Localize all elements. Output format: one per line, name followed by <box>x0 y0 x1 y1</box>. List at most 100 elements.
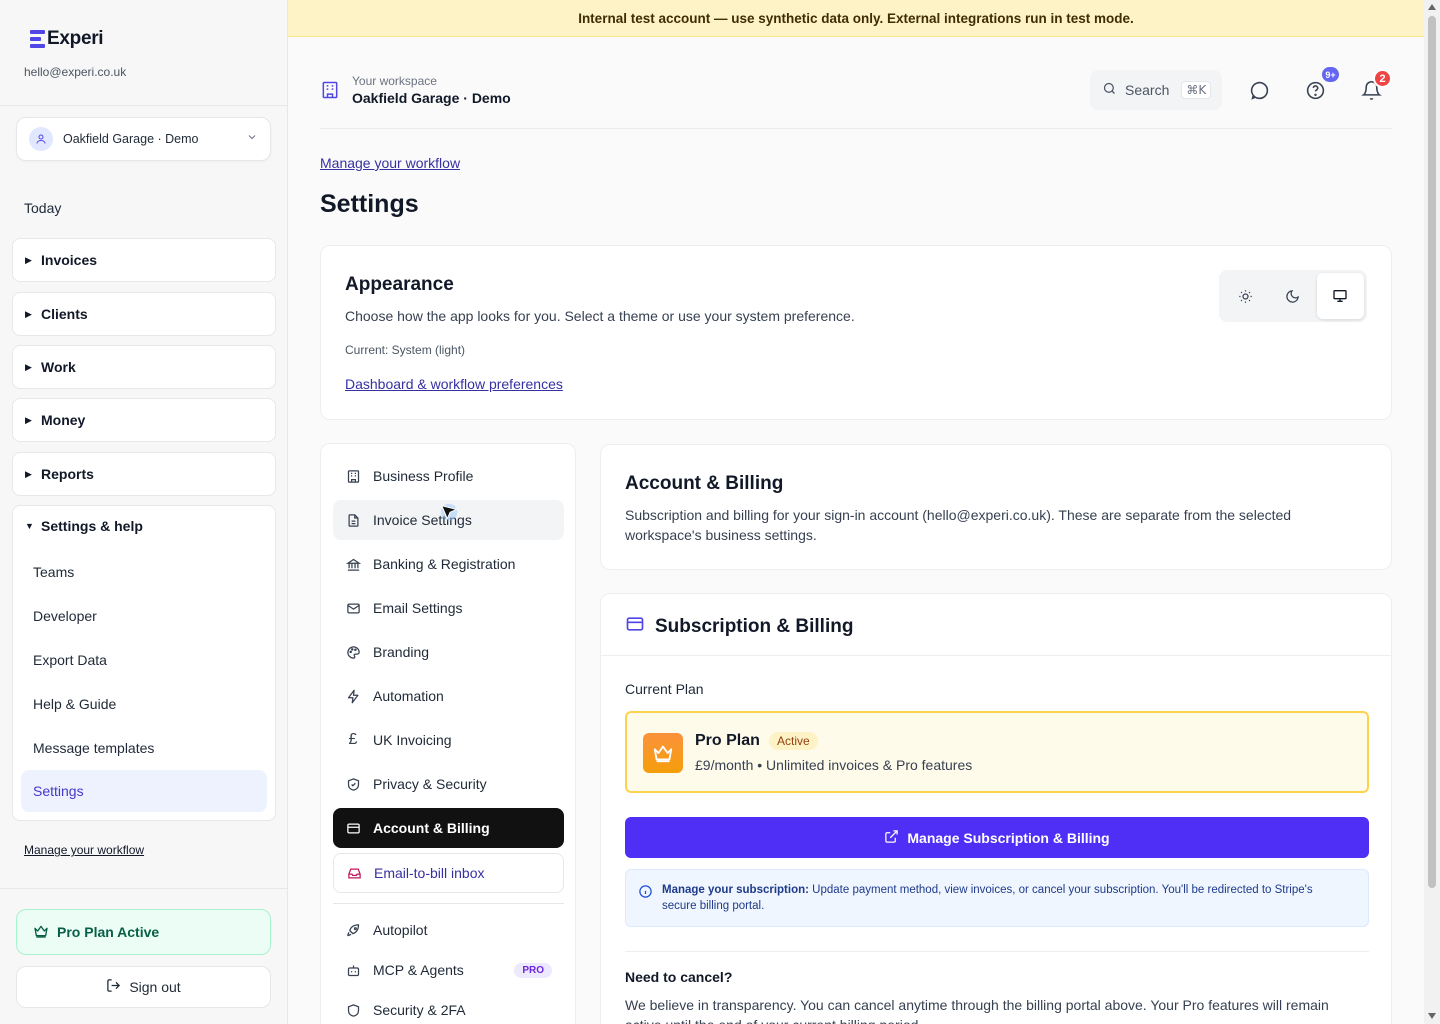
settings-nav-branding[interactable]: Branding <box>333 632 564 672</box>
pro-plan-status[interactable]: Pro Plan Active <box>16 909 271 955</box>
bolt-icon <box>345 688 361 704</box>
nav-group-settings-help: ▼ Settings & help Teams Developer Export… <box>12 505 276 821</box>
caret-right-icon: ▶ <box>25 254 32 265</box>
caret-right-icon: ▶ <box>25 414 32 425</box>
appearance-description: Choose how the app looks for you. Select… <box>345 308 855 324</box>
chevron-down-icon <box>246 130 258 148</box>
sidebar-item-export-data[interactable]: Export Data <box>33 652 107 668</box>
billing-info-note: Manage your subscription: Update payment… <box>625 869 1369 927</box>
subscription-card: Subscription & Billing Current Plan Pro … <box>600 593 1392 1024</box>
moon-icon <box>1286 289 1300 303</box>
mouse-cursor-icon <box>440 503 462 530</box>
help-button[interactable] <box>1304 79 1326 101</box>
settings-nav-email-to-bill-inbox[interactable]: Email-to-bill inbox <box>333 853 564 893</box>
search-icon <box>1102 81 1117 99</box>
theme-dark-button[interactable] <box>1269 273 1316 319</box>
divider <box>333 903 564 904</box>
account-description: Subscription and billing for your sign-i… <box>625 507 1292 543</box>
current-plan-box: Pro Plan Active £9/month • Unlimited inv… <box>625 711 1369 793</box>
sign-out-button[interactable]: Sign out <box>16 966 271 1008</box>
scroll-up-icon[interactable] <box>1428 4 1436 10</box>
account-title: Account & Billing <box>625 473 784 494</box>
current-theme: Current: System (light) <box>345 343 466 357</box>
external-link-icon <box>884 829 899 847</box>
divider <box>601 655 1391 656</box>
settings-nav-label: UK Invoicing <box>373 732 452 748</box>
nav-group-invoices[interactable]: ▶ Invoices <box>12 238 276 282</box>
divider <box>0 888 288 889</box>
divider <box>0 105 288 106</box>
nav-group-clients[interactable]: ▶ Clients <box>12 292 276 336</box>
user-email: hello@experi.co.uk <box>24 65 127 79</box>
workspace-name: Oakfield Garage · Demo <box>63 132 199 146</box>
inbox-icon <box>346 865 362 881</box>
settings-nav-label: Banking & Registration <box>373 556 516 572</box>
subscription-header: Subscription & Billing <box>625 614 853 640</box>
settings-nav-autopilot[interactable]: Autopilot <box>333 910 564 950</box>
nav-group-work[interactable]: ▶ Work <box>12 345 276 389</box>
info-bold: Manage your subscription: <box>662 884 809 896</box>
sidebar-item-settings[interactable]: Settings <box>21 770 267 812</box>
settings-nav-mcp-agents[interactable]: MCP & Agents PRO <box>333 950 564 990</box>
theme-light-button[interactable] <box>1222 273 1269 319</box>
caret-right-icon: ▶ <box>25 468 32 479</box>
search-label: Search <box>1125 82 1170 98</box>
settings-nav: Business Profile Invoice Settings Bankin… <box>320 443 576 1024</box>
caret-right-icon: ▶ <box>25 361 32 372</box>
page-title: Settings <box>320 190 419 218</box>
nav-group-reports[interactable]: ▶ Reports <box>12 452 276 496</box>
scrollbar-thumb[interactable] <box>1428 16 1436 888</box>
sidebar-item-teams[interactable]: Teams <box>33 564 74 580</box>
chat-button[interactable] <box>1248 79 1270 101</box>
plan-status-badge: Active <box>769 732 818 750</box>
help-circle-icon <box>1306 81 1324 99</box>
theme-toggle-group <box>1219 270 1367 322</box>
sidebar-item-help-guide[interactable]: Help & Guide <box>33 696 116 712</box>
palette-icon <box>345 644 361 660</box>
document-icon <box>345 512 361 528</box>
monitor-icon <box>1333 290 1347 302</box>
plan-name: Pro Plan <box>695 732 760 749</box>
scroll-down-icon[interactable] <box>1428 1013 1436 1019</box>
search-button[interactable]: Search ⌘K <box>1090 70 1222 110</box>
pro-status-label: Pro Plan Active <box>57 924 160 940</box>
breadcrumb[interactable]: Manage your workflow <box>320 155 460 171</box>
building-icon <box>345 468 361 484</box>
chat-icon <box>1250 81 1268 100</box>
page-scrollbar[interactable] <box>1424 0 1440 1024</box>
logout-icon <box>106 978 121 996</box>
bank-icon <box>345 556 361 572</box>
nav-group-label: Work <box>41 359 76 375</box>
plan-detail: £9/month • Unlimited invoices & Pro feat… <box>695 757 973 773</box>
credit-card-icon <box>345 820 361 836</box>
nav-group-settings-toggle[interactable]: ▼ Settings & help <box>25 518 143 534</box>
sidebar-item-message-templates[interactable]: Message templates <box>33 740 154 756</box>
settings-nav-uk-invoicing[interactable]: £ UK Invoicing <box>333 720 564 760</box>
pro-tag: PRO <box>514 962 552 978</box>
manage-subscription-button[interactable]: Manage Subscription & Billing <box>625 817 1369 858</box>
settings-nav-security-2fa[interactable]: Security & 2FA <box>333 990 564 1024</box>
appearance-card: Appearance Choose how the app looks for … <box>320 245 1392 420</box>
settings-nav-privacy-security[interactable]: Privacy & Security <box>333 764 564 804</box>
settings-nav-automation[interactable]: Automation <box>333 676 564 716</box>
rocket-icon <box>345 922 361 938</box>
settings-nav-email-settings[interactable]: Email Settings <box>333 588 564 628</box>
preferences-link[interactable]: Dashboard & workflow preferences <box>345 376 563 392</box>
info-icon <box>638 884 653 904</box>
subscription-title: Subscription & Billing <box>655 616 854 637</box>
logo-icon <box>30 30 45 48</box>
settings-nav-account-billing[interactable]: Account & Billing <box>333 808 564 848</box>
sidebar-item-developer[interactable]: Developer <box>33 608 97 624</box>
theme-system-button[interactable] <box>1316 273 1364 319</box>
workspace-switcher[interactable]: Oakfield Garage · Demo <box>16 117 271 161</box>
settings-nav-business-profile[interactable]: Business Profile <box>333 456 564 496</box>
brand-logo[interactable]: Experi <box>30 28 104 50</box>
manage-workflow-link[interactable]: Manage your workflow <box>24 843 144 857</box>
nav-group-money[interactable]: ▶ Money <box>12 398 276 442</box>
nav-today[interactable]: Today <box>24 200 61 216</box>
crown-icon <box>33 923 49 942</box>
pound-icon: £ <box>348 731 358 748</box>
manage-subscription-label: Manage Subscription & Billing <box>907 829 1110 846</box>
settings-nav-banking[interactable]: Banking & Registration <box>333 544 564 584</box>
bot-icon <box>345 962 361 978</box>
